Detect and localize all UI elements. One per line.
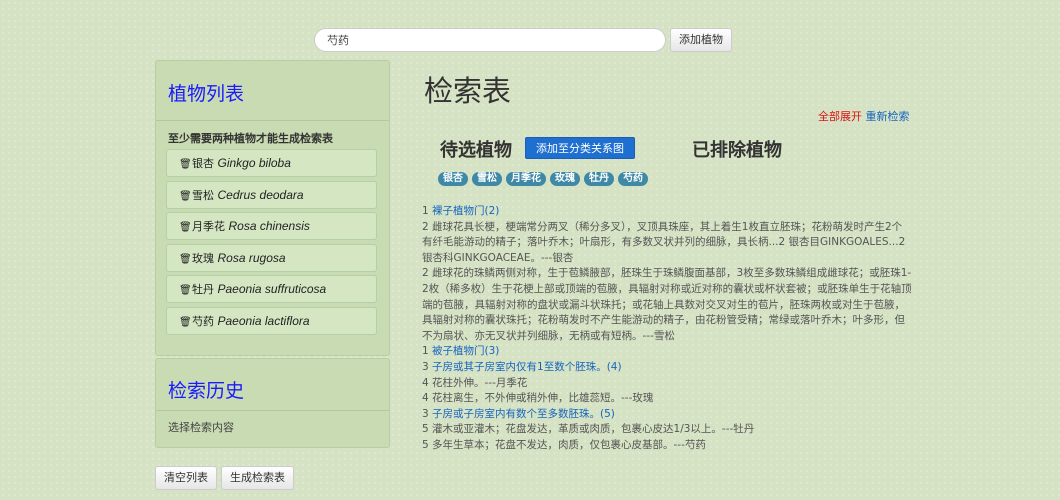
key-line: 4 花柱离生，不外伸或稍外伸，比雄蕊短。---玫瑰 — [422, 391, 912, 407]
key-line: 5 多年生草本；花盘不发达，肉质，仅包裹心皮基部。---芍药 — [422, 438, 912, 454]
trash-icon[interactable]: 🗑 — [179, 246, 192, 273]
key-line-text: 5 灌木或亚灌木；花盘发达，革质或肉质，包裹心皮达1/3以上。---牡丹 — [422, 423, 755, 436]
key-line-link[interactable]: 子房或子房室内有数个至多数胚珠。(5) — [432, 408, 615, 420]
candidate-tag[interactable]: 银杏 — [438, 172, 468, 186]
plant-latin-name: Paeonia lactiflora — [217, 313, 310, 328]
excluded-title: 已排除植物 — [692, 140, 782, 161]
search-history-header: 检索历史 — [156, 359, 389, 411]
key-line-link[interactable]: 裸子植物门(2) — [432, 205, 499, 217]
candidate-tag[interactable]: 雪松 — [472, 172, 502, 186]
key-line-text: 2 雌球花具长梗，梗端常分两叉（稀分多叉），叉顶具珠座，其上着生1枚直立胚珠；花… — [422, 220, 906, 264]
plant-item-paeonia-suffruticosa[interactable]: 🗑牡丹 Paeonia suffruticosa — [166, 275, 377, 304]
trash-icon[interactable]: 🗑 — [179, 183, 192, 210]
plant-cn-name: 雪松 — [192, 188, 214, 202]
plant-latin-name: Cedrus deodara — [217, 187, 304, 202]
key-line: 4 花柱外伸。---月季花 — [422, 376, 912, 392]
key-line-text: 4 花柱离生，不外伸或稍外伸，比雄蕊短。---玫瑰 — [422, 392, 654, 405]
plant-item-rosa-rugosa[interactable]: 🗑玫瑰 Rosa rugosa — [166, 243, 377, 273]
plant-list: 🗑银杏 Ginkgo biloba 🗑雪松 Cedrus deodara 🗑月季… — [156, 146, 389, 335]
bottom-button-group: 清空列表 生成检索表 — [155, 466, 298, 490]
key-line-text: 4 花柱外伸。---月季花 — [422, 376, 528, 389]
key-line-prefix: 1 — [422, 205, 433, 217]
key-line-prefix: 3 — [422, 407, 433, 420]
trash-icon[interactable]: 🗑 — [179, 277, 192, 304]
trash-icon[interactable]: 🗑 — [179, 214, 192, 241]
plant-list-header: 植物列表 — [156, 61, 389, 121]
identification-key: 1 裸子植物门(2) 2 雌球花具长梗，梗端常分两叉（稀分多叉），叉顶具珠座，其… — [422, 204, 912, 454]
plant-item-paeonia-lactiflora[interactable]: 🗑芍药 Paeonia lactiflora — [166, 306, 377, 336]
page-title: 检索表 — [424, 74, 512, 108]
plant-latin-name: Rosa chinensis — [228, 219, 310, 234]
key-line-link[interactable]: 被子植物门(3) — [432, 345, 499, 357]
candidate-tag[interactable]: 玫瑰 — [550, 172, 580, 186]
search-input[interactable] — [314, 28, 666, 52]
key-line-prefix: 1 — [422, 345, 433, 358]
key-line: 3 子房或子房室内有数个至多数胚珠。(5) — [422, 407, 912, 423]
plant-cn-name: 银杏 — [192, 157, 214, 170]
plant-latin-name: Ginkgo biloba — [217, 156, 291, 170]
key-line: 1 被子植物门(3) — [422, 344, 912, 360]
candidate-tag[interactable]: 月季花 — [506, 172, 546, 186]
re-search-link[interactable]: 重新检索 — [866, 110, 910, 123]
plant-list-panel: 植物列表 至少需要两种植物才能生成检索表 🗑银杏 Ginkgo biloba 🗑… — [155, 60, 390, 356]
search-history-placeholder[interactable]: 选择检索内容 — [156, 411, 389, 435]
trash-icon[interactable]: 🗑 — [179, 151, 192, 178]
key-line: 2 雌球花具长梗，梗端常分两叉（稀分多叉），叉顶具珠座，其上着生1枚直立胚珠；花… — [422, 220, 912, 267]
plant-item-cedrus[interactable]: 🗑雪松 Cedrus deodara — [166, 180, 377, 210]
key-actions: 全部展开 重新检索 — [818, 108, 910, 124]
search-bar — [314, 28, 666, 52]
generate-key-button[interactable]: 生成检索表 — [221, 466, 294, 490]
key-line-text: 5 多年生草本；花盘不发达，肉质，仅包裹心皮基部。---芍药 — [422, 438, 706, 451]
key-line-prefix: 3 — [422, 360, 433, 373]
clear-list-button[interactable]: 清空列表 — [155, 466, 217, 490]
candidate-tag[interactable]: 牡丹 — [584, 172, 614, 186]
key-line-text: 2 雌球花的珠鳞两侧对称，生于苞鳞腋部，胚珠生于珠鳞腹面基部，3枚至多数珠鳞组成… — [422, 267, 912, 342]
candidate-tag[interactable]: 芍药 — [618, 172, 648, 186]
plant-cn-name: 牡丹 — [192, 283, 214, 297]
min-plants-note: 至少需要两种植物才能生成检索表 — [168, 132, 333, 145]
plant-item-rosa-chinensis[interactable]: 🗑月季花 Rosa chinensis — [166, 212, 377, 241]
add-to-tree-button[interactable]: 添加至分类关系图 — [525, 137, 635, 159]
plant-item-ginkgo[interactable]: 🗑银杏 Ginkgo biloba — [166, 149, 377, 177]
plant-latin-name: Paeonia suffruticosa — [217, 282, 327, 297]
key-line: 5 灌木或亚灌木；花盘发达，革质或肉质，包裹心皮达1/3以上。---牡丹 — [422, 422, 912, 438]
key-line: 1 裸子植物门(2) — [422, 204, 912, 220]
trash-icon[interactable]: 🗑 — [179, 309, 192, 336]
search-history-title: 检索历史 — [168, 380, 245, 402]
plant-latin-name: Rosa rugosa — [217, 250, 286, 265]
add-plant-button[interactable]: 添加植物 — [670, 28, 732, 52]
expand-all-link[interactable]: 全部展开 — [818, 110, 862, 123]
candidate-tags: 银杏 雪松 月季花 玫瑰 牡丹 芍药 — [438, 172, 648, 186]
key-line: 2 雌球花的珠鳞两侧对称，生于苞鳞腋部，胚珠生于珠鳞腹面基部，3枚至多数珠鳞组成… — [422, 266, 912, 344]
plant-cn-name: 月季花 — [192, 220, 225, 234]
plant-cn-name: 芍药 — [192, 314, 214, 328]
key-line: 3 子房或其子房室内仅有1至数个胚珠。(4) — [422, 360, 912, 376]
plant-list-title: 植物列表 — [168, 83, 245, 105]
plant-cn-name: 玫瑰 — [192, 251, 214, 265]
candidates-title: 待选植物 — [440, 140, 512, 161]
search-history-panel: 检索历史 选择检索内容 — [155, 358, 390, 448]
key-line-link[interactable]: 子房或其子房室内仅有1至数个胚珠。(4) — [432, 361, 622, 373]
